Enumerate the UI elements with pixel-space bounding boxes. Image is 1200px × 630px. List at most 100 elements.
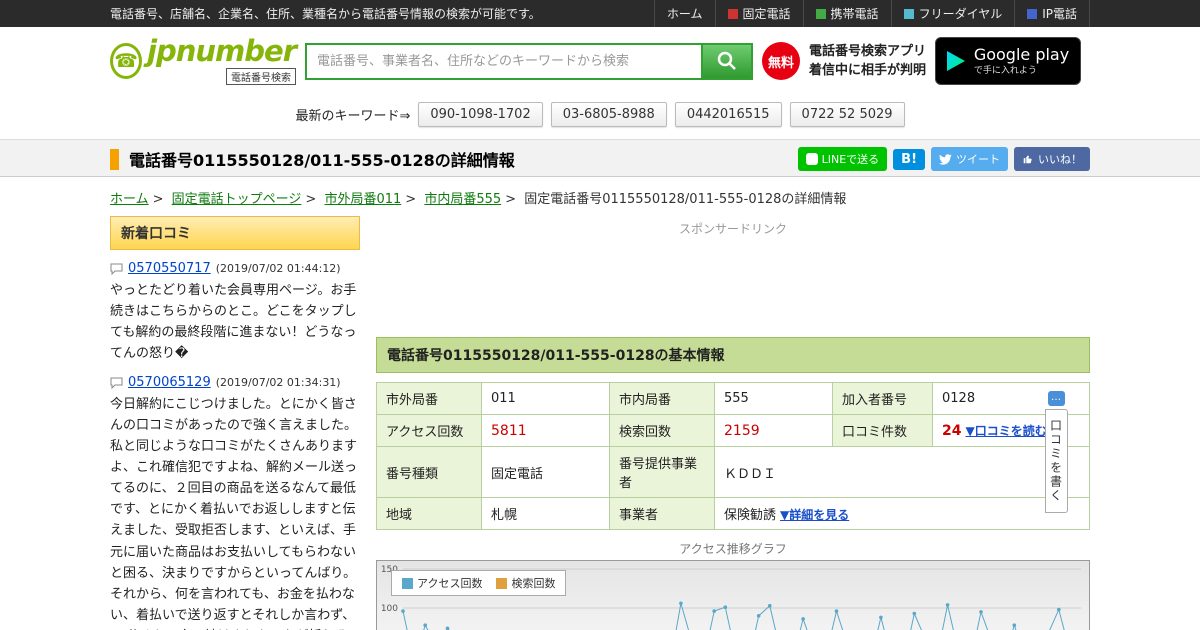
review-phone-link[interactable]: 0570550717 — [128, 261, 211, 276]
nav-label: ホーム — [666, 7, 703, 21]
review-date: (2019/07/02 01:34:31) — [215, 376, 341, 390]
free-badge: 無料 — [762, 42, 800, 80]
search-bar — [305, 42, 753, 80]
mobile-square-icon — [815, 8, 826, 19]
tweet-label: ツイート — [956, 153, 1000, 166]
gplay-title: Google play — [973, 44, 1070, 64]
svg-text:100: 100 — [381, 604, 398, 614]
keywords-label: 最新のキーワード⇒ — [295, 109, 411, 124]
subscriber-label: 加入者番号 — [832, 382, 933, 415]
app-promo: 電話番号検索アプリ 着信中に相手が判明 — [809, 42, 926, 81]
comment-dots-icon: … — [1047, 391, 1065, 406]
chart-title: アクセス推移グラフ — [679, 542, 787, 556]
business-detail-link[interactable]: ▼詳細を見る — [780, 508, 849, 522]
topbar-nav-ipphone[interactable]: IP電話 — [1014, 0, 1090, 27]
review-phone-link[interactable]: 0570065129 — [128, 375, 211, 390]
breadcrumb-separator: > — [405, 192, 417, 207]
review-count-label: 口コミ件数 — [832, 414, 933, 447]
nav-label: 携帯電話 — [830, 7, 879, 21]
speech-bubble-icon — [110, 263, 123, 275]
logo-text-block: jpnumber 電話番号検索 — [147, 34, 297, 85]
keyword-button-1[interactable]: 090-1098-1702 — [418, 102, 543, 127]
line-share-button[interactable]: LINEで送る — [797, 147, 888, 171]
topbar-nav-landline[interactable]: 固定電話 — [714, 0, 803, 27]
search-icon — [717, 51, 736, 70]
review-text: 今日解約にこじつけました。とにかく皆さんの口コミがあったので強く言えました。 私… — [110, 397, 358, 630]
topbar-nav-freedial[interactable]: フリーダイヤル — [890, 0, 1015, 27]
city-code-label: 市内局番 — [609, 382, 715, 415]
review-text: やっとたどり着いた会員専用ページ。お手続きはこちらからのとこ。どこをタップしても… — [110, 283, 357, 362]
review-item: 0570550717 (2019/07/02 01:44:12) やっとたどり着… — [110, 261, 360, 364]
chart-legend: アクセス回数 検索回数 — [391, 570, 567, 596]
ipphone-square-icon — [1027, 8, 1038, 19]
legend-access: アクセス回数 — [402, 575, 482, 591]
city-code-value: 555 — [714, 382, 833, 415]
line-share-label: LINEで送る — [821, 153, 880, 166]
breadcrumb-city-code[interactable]: 市内局番555 — [424, 192, 501, 207]
search-series-label: 検索回数 — [511, 577, 556, 590]
business-value: 保険勧誘 — [724, 508, 777, 523]
search-button[interactable] — [703, 42, 753, 80]
region-label: 地域 — [376, 497, 482, 530]
breadcrumb-separator: > — [152, 192, 164, 207]
content-area: 新着口コミ 0570550717 (2019/07/02 01:44:12) や… — [110, 216, 1090, 630]
header: ☎ jpnumber 電話番号検索 無料 電話番号検索アプリ 着信中に相手が判明… — [0, 27, 1200, 95]
access-trend-chart: 050100150 アクセス回数 検索回数 — [376, 560, 1090, 630]
nav-label: フリーダイヤル — [918, 7, 1003, 21]
tweet-button[interactable]: ツイート — [931, 147, 1008, 171]
logo-text: jpnumber — [147, 34, 297, 68]
topbar-nav: ホーム 固定電話 携帯電話 フリーダイヤル IP電話 — [653, 0, 1090, 27]
sponsored-link-label: スポンサードリンク — [678, 222, 787, 236]
ad-space — [376, 241, 1090, 337]
search-count-value: 2159 — [714, 414, 833, 447]
breadcrumb: ホーム > 固定電話トップページ > 市外局番011 > 市内局番555 > 固定電話番… — [110, 177, 1090, 216]
access-series-label: アクセス回数 — [417, 577, 483, 590]
nav-label: 固定電話 — [742, 7, 791, 21]
write-review-label: 口コミを書く — [1044, 409, 1068, 513]
site-logo[interactable]: ☎ jpnumber 電話番号検索 — [110, 34, 297, 85]
facebook-like-button[interactable]: いいね！ — [1014, 147, 1090, 171]
landline-square-icon — [727, 8, 738, 19]
breadcrumb-home[interactable]: ホーム — [110, 192, 149, 207]
topbar-nav-mobile[interactable]: 携帯電話 — [802, 0, 891, 27]
review-count-value: 24 — [942, 423, 962, 439]
breadcrumb-landline-top[interactable]: 固定電話トップページ — [172, 192, 302, 207]
access-series-swatch — [402, 577, 413, 589]
keyword-button-4[interactable]: 0722 52 5029 — [789, 102, 905, 127]
sidebar-title: 新着口コミ — [110, 216, 360, 250]
search-series-swatch — [496, 577, 508, 589]
business-label: 事業者 — [609, 497, 715, 530]
site-description: 電話番号、店舗名、企業名、住所、業種名から電話番号情報の検索が可能です。 — [110, 7, 541, 21]
page-title: 電話番号0115550128/011-555-0128の詳細情報 — [129, 151, 515, 170]
title-accent-bar — [110, 148, 119, 170]
breadcrumb-separator: > — [505, 192, 517, 207]
breadcrumb-separator: > — [305, 192, 317, 207]
gplay-text-block: Google play で手に入れよう — [974, 46, 1069, 77]
play-triangle-icon — [946, 51, 965, 71]
table-row: アクセス回数 5811 検索回数 2159 口コミ件数 24 ▼口コミを読む — [376, 414, 1090, 447]
review-date: (2019/07/02 01:44:12) — [215, 262, 341, 275]
area-code-value: 011 — [481, 382, 610, 415]
keyword-button-2[interactable]: 03-6805-8988 — [550, 102, 667, 127]
legend-search: 検索回数 — [496, 575, 555, 591]
phone-logo-icon: ☎ — [110, 43, 143, 79]
breadcrumb-area-code[interactable]: 市外局番011 — [324, 192, 401, 207]
basic-info-table: 市外局番 011 市内局番 555 加入者番号 0128 アクセス回数 5811… — [376, 382, 1090, 530]
area-code-label: 市外局番 — [376, 382, 482, 415]
write-review-tab[interactable]: … 口コミを書く — [1002, 391, 1110, 513]
line-icon — [805, 153, 818, 165]
table-row: 番号種類 固定電話 番号提供事業者 ＫＤＤＩ — [376, 446, 1090, 498]
topbar-nav-home[interactable]: ホーム — [653, 0, 715, 27]
sidebar-new-reviews: 新着口コミ 0570550717 (2019/07/02 01:44:12) や… — [110, 216, 360, 630]
review-item: 0570065129 (2019/07/02 01:34:31) 今日解約にこじ… — [110, 375, 360, 630]
table-row: 市外局番 011 市内局番 555 加入者番号 0128 — [376, 382, 1090, 415]
keyword-button-3[interactable]: 0442016515 — [674, 102, 782, 127]
search-count-label: 検索回数 — [609, 414, 715, 447]
access-count-label: アクセス回数 — [376, 414, 482, 447]
google-play-badge[interactable]: Google play で手に入れよう — [935, 37, 1082, 85]
basic-info-title: 電話番号0115550128/011-555-0128の基本情報 — [376, 337, 1090, 373]
hatena-bookmark-button[interactable]: B! — [893, 148, 925, 170]
search-input[interactable] — [305, 42, 703, 80]
twitter-bird-icon — [939, 153, 952, 165]
app-promo-line2: 着信中に相手が判明 — [809, 63, 927, 78]
